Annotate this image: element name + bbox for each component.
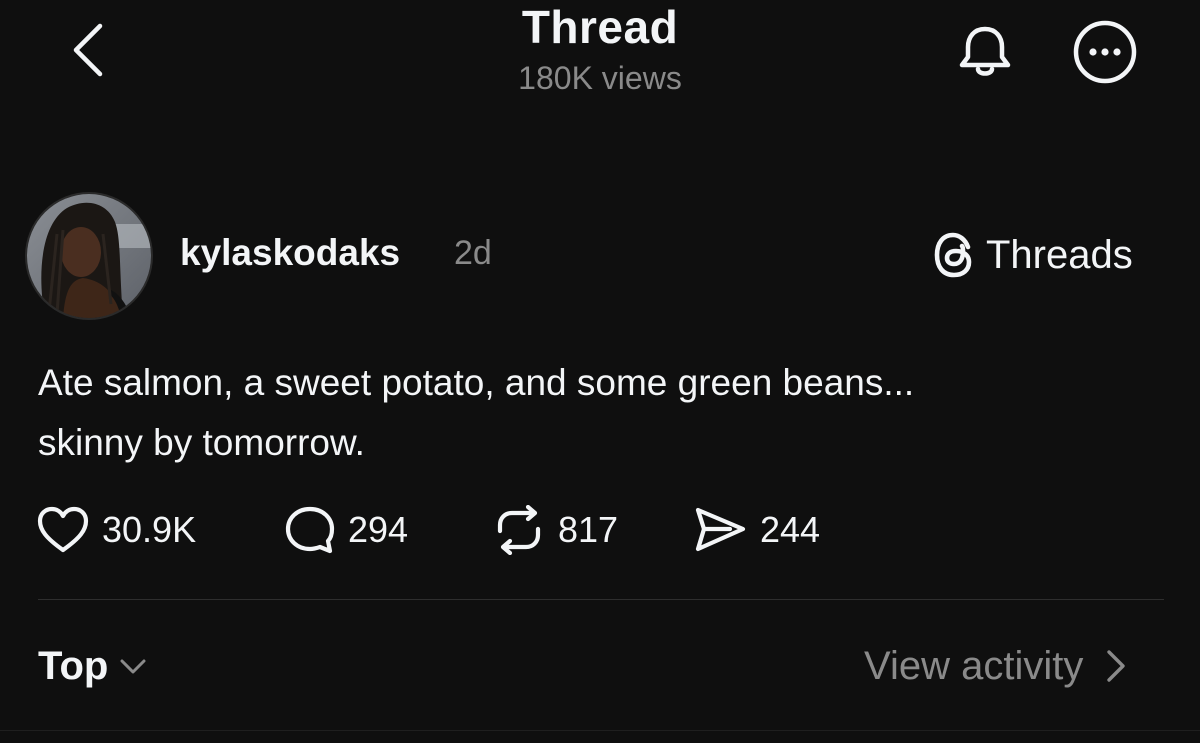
- more-horizontal-icon: [1073, 20, 1137, 84]
- heart-icon: [37, 506, 89, 553]
- threads-source-link[interactable]: Threads: [932, 230, 1133, 280]
- back-button[interactable]: [60, 20, 116, 80]
- post-body: Ate salmon, a sweet potato, and some gre…: [38, 353, 1168, 473]
- like-button[interactable]: 30.9K: [36, 500, 196, 560]
- repost-count: 817: [558, 509, 619, 550]
- repost-icon: [497, 505, 541, 555]
- chevron-left-icon: [73, 23, 103, 77]
- view-count: 180K views: [518, 60, 682, 96]
- reply-bubble-icon: [285, 506, 335, 554]
- page-title: Thread: [521, 1, 679, 53]
- like-count: 30.9K: [102, 509, 197, 550]
- view-activity-link[interactable]: View activity: [864, 638, 1135, 694]
- sort-dropdown[interactable]: Top: [38, 638, 150, 694]
- avatar-image: [27, 194, 151, 318]
- more-options-button[interactable]: [1070, 20, 1140, 84]
- post-text-line-1: Ate salmon, a sweet potato, and some gre…: [38, 362, 915, 403]
- threads-source-label: Threads: [986, 232, 1133, 277]
- bell-icon: [959, 26, 1011, 76]
- avatar[interactable]: [25, 192, 153, 320]
- username[interactable]: kylaskodaks: [180, 232, 400, 274]
- divider: [38, 599, 1164, 600]
- send-icon: [695, 507, 746, 552]
- reply-count: 294: [348, 509, 409, 550]
- repost-button[interactable]: 817: [492, 500, 618, 560]
- share-count: 244: [760, 509, 821, 550]
- threads-logo-icon: [934, 232, 972, 278]
- chevron-right-icon: [1107, 650, 1126, 682]
- bottom-divider: [0, 730, 1200, 731]
- view-activity-label: View activity: [864, 643, 1084, 688]
- sort-label: Top: [38, 643, 109, 688]
- share-button[interactable]: 244: [694, 500, 820, 560]
- post-text-line-2: skinny by tomorrow.: [38, 422, 365, 463]
- post-timestamp: 2d: [454, 234, 492, 272]
- notifications-button[interactable]: [950, 20, 1020, 84]
- chevron-down-icon: [120, 659, 146, 674]
- reply-button[interactable]: 294: [284, 500, 408, 560]
